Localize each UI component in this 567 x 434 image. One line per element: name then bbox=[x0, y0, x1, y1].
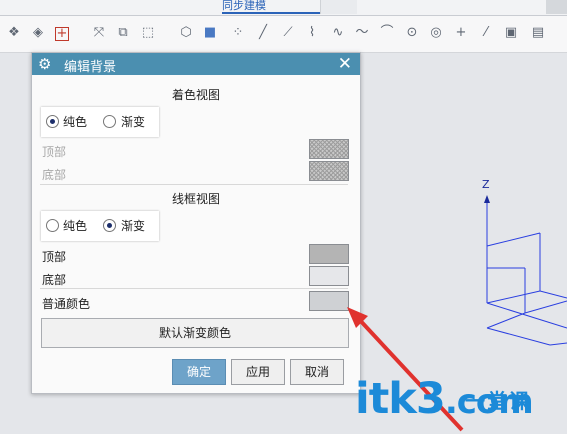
spline-icon[interactable]: ∿ bbox=[330, 25, 346, 41]
wireframe-top-swatch[interactable] bbox=[309, 244, 349, 264]
wireframe-solid-radio[interactable] bbox=[46, 219, 59, 232]
wireframe-view-heading: 线框视图 bbox=[171, 192, 220, 206]
cube-icon[interactable]: ⬡ bbox=[178, 25, 194, 41]
image-icon[interactable]: ▣ bbox=[503, 25, 519, 41]
dialog-title: 编辑背景 bbox=[64, 60, 117, 75]
default-gradient-button[interactable]: 默认渐变颜色 bbox=[41, 318, 349, 348]
line-icon[interactable]: ╱ bbox=[255, 25, 271, 41]
shaded-top-swatch bbox=[309, 139, 349, 159]
slash-icon[interactable]: ⁄ bbox=[478, 25, 494, 41]
move-icon[interactable]: ⤧ bbox=[91, 25, 107, 41]
dialog-titlebar[interactable]: ⚙ 编辑背景 ✕ bbox=[32, 53, 360, 75]
wireframe-gradient-label[interactable]: 渐变 bbox=[121, 217, 145, 234]
ok-button[interactable]: 确定 bbox=[172, 359, 226, 385]
watermark-text: itk3 bbox=[355, 374, 446, 424]
curve-icon[interactable]: ⌇ bbox=[304, 25, 320, 41]
row-separator bbox=[40, 288, 348, 289]
shaded-view-heading: 着色视图 bbox=[171, 88, 220, 102]
wireframe-icon[interactable]: ◈ bbox=[30, 25, 46, 41]
shaded-bottom-swatch bbox=[309, 161, 349, 181]
section-separator bbox=[40, 184, 348, 185]
wireframe-gradient-radio[interactable] bbox=[103, 219, 116, 232]
arc-icon[interactable]: ⌒ bbox=[379, 25, 395, 41]
select-box-icon[interactable]: ⬚ bbox=[140, 25, 156, 41]
cancel-button[interactable]: 取消 bbox=[290, 359, 344, 385]
points-icon[interactable]: ⁘ bbox=[230, 25, 246, 41]
shaded-solid-label[interactable]: 纯色 bbox=[63, 113, 87, 130]
shaded-icon[interactable]: ❖ bbox=[6, 25, 22, 41]
solid-cube-icon[interactable]: ■ bbox=[202, 25, 218, 41]
shaded-mode-group: 纯色 渐变 bbox=[41, 107, 159, 137]
edit-background-dialog: ⚙ 编辑背景 ✕ 着色视图 纯色 渐变 顶部 底部 线框视图 纯色 渐变 顶部 … bbox=[31, 52, 361, 394]
add-icon[interactable]: + bbox=[55, 27, 69, 41]
wave-icon[interactable]: 〜 bbox=[354, 25, 370, 41]
shaded-bottom-label: 底部 bbox=[42, 168, 67, 182]
wireframe-solid-label[interactable]: 纯色 bbox=[63, 217, 87, 234]
plus-icon[interactable]: + bbox=[453, 25, 469, 41]
wireframe-mode-group: 纯色 渐变 bbox=[41, 211, 159, 241]
watermark-sub: 一堂课 bbox=[465, 389, 531, 413]
circle-target-icon[interactable]: ◎ bbox=[428, 25, 444, 41]
ribbon-button[interactable] bbox=[320, 0, 357, 14]
gear-icon: ⚙ bbox=[38, 55, 52, 73]
close-icon[interactable]: ✕ bbox=[338, 53, 352, 75]
shaded-top-label: 顶部 bbox=[42, 145, 67, 159]
normal-color-swatch[interactable] bbox=[309, 291, 349, 311]
shaded-gradient-radio[interactable] bbox=[103, 115, 116, 128]
line-icon-2[interactable]: ⟋ bbox=[280, 25, 296, 41]
z-axis-label: Z bbox=[482, 178, 490, 191]
ribbon-tab-underline bbox=[222, 12, 322, 14]
wireframe-top-label: 顶部 bbox=[42, 250, 67, 264]
circle-icon[interactable]: ⊙ bbox=[404, 25, 420, 41]
wireframe-bottom-swatch[interactable] bbox=[309, 266, 349, 286]
wireframe-bottom-label: 底部 bbox=[42, 273, 67, 287]
normal-color-label: 普通颜色 bbox=[42, 297, 91, 311]
book-icon[interactable]: ▤ bbox=[530, 25, 546, 41]
shaded-solid-radio[interactable] bbox=[46, 115, 59, 128]
ribbon-corner bbox=[546, 0, 567, 14]
shaded-gradient-label[interactable]: 渐变 bbox=[121, 113, 145, 130]
apply-button[interactable]: 应用 bbox=[231, 359, 285, 385]
ribbon-strip: 同步建模 bbox=[0, 0, 567, 16]
copy-icon[interactable]: ⧉ bbox=[115, 25, 131, 41]
